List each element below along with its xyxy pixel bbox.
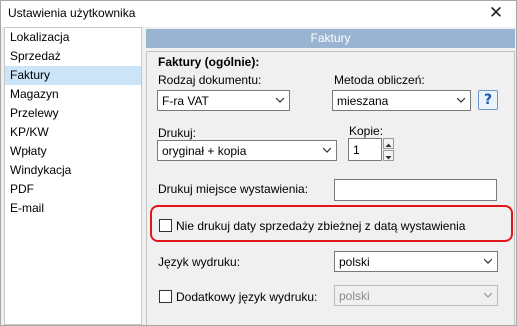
print-lang-label: Język wydruku: [158, 255, 241, 269]
no-sale-date-checkbox[interactable] [159, 219, 172, 232]
spin-down-button[interactable] [383, 150, 394, 161]
sidebar-item-kp-kw[interactable]: KP/KW [5, 123, 141, 142]
category-list: Lokalizacja Sprzedaż Faktury Magazyn Prz… [4, 27, 142, 325]
sidebar-item-przelewy[interactable]: Przelewy [5, 104, 141, 123]
sidebar-item-sprzedaz[interactable]: Sprzedaż [5, 47, 141, 66]
arrow-down-icon [385, 156, 392, 160]
chevron-down-icon [457, 97, 465, 103]
extra-lang-checkbox[interactable] [159, 290, 172, 303]
title-bar: Ustawienia użytkownika ✕ [1, 1, 516, 27]
chevron-down-icon [323, 147, 331, 153]
chevron-down-icon [484, 258, 492, 264]
spin-up-button[interactable] [383, 138, 394, 149]
settings-dialog: Ustawienia użytkownika ✕ Lokalizacja Spr… [0, 0, 517, 326]
sidebar-item-pdf[interactable]: PDF [5, 180, 141, 199]
copies-value: 1 [353, 143, 360, 157]
print-place-input[interactable] [334, 179, 497, 201]
doc-type-value: F-ra VAT [162, 94, 209, 108]
sidebar-item-email[interactable]: E-mail [5, 199, 141, 218]
help-button[interactable]: ? [478, 90, 498, 110]
calc-method-label: Metoda obliczeń: [334, 73, 425, 87]
extra-lang-value: polski [339, 289, 370, 303]
window-title: Ustawienia użytkownika [8, 6, 136, 20]
print-lang-select[interactable]: polski [334, 251, 498, 272]
chevron-down-icon [276, 97, 284, 103]
print-place-label: Drukuj miejsce wystawienia: [158, 182, 309, 196]
extra-lang-label: Dodatkowy język wydruku: [176, 290, 318, 304]
no-sale-date-label: Nie drukuj daty sprzedaży zbieżnej z dat… [176, 219, 466, 233]
calc-method-value: mieszana [337, 94, 389, 108]
copies-input[interactable]: 1 [348, 138, 382, 161]
panel-header: Faktury [146, 29, 515, 48]
group-title: Faktury (ogólnie): [158, 55, 260, 69]
copies-label: Kopie: [349, 124, 384, 138]
sidebar-item-lokalizacja[interactable]: Lokalizacja [5, 28, 141, 47]
sidebar-item-windykacja[interactable]: Windykacja [5, 161, 141, 180]
calc-method-select[interactable]: mieszana [332, 90, 471, 111]
sidebar-item-faktury[interactable]: Faktury [5, 66, 141, 85]
extra-lang-select[interactable]: polski [334, 285, 498, 306]
chevron-down-icon [484, 292, 492, 298]
print-label: Drukuj: [158, 126, 197, 140]
print-select[interactable]: oryginał + kopia [157, 140, 337, 161]
doc-type-label: Rodzaj dokumentu: [158, 73, 262, 87]
doc-type-select[interactable]: F-ra VAT [157, 90, 290, 111]
arrow-up-icon [385, 143, 392, 147]
settings-panel: Faktury Faktury (ogólnie): Rodzaj dokume… [146, 27, 516, 325]
print-lang-value: polski [339, 255, 370, 269]
close-icon[interactable]: ✕ [484, 2, 508, 24]
print-value: oryginał + kopia [162, 144, 247, 158]
copies-stepper[interactable]: 1 [348, 138, 394, 161]
sidebar-item-wplaty[interactable]: Wpłaty [5, 142, 141, 161]
sidebar-item-magazyn[interactable]: Magazyn [5, 85, 141, 104]
